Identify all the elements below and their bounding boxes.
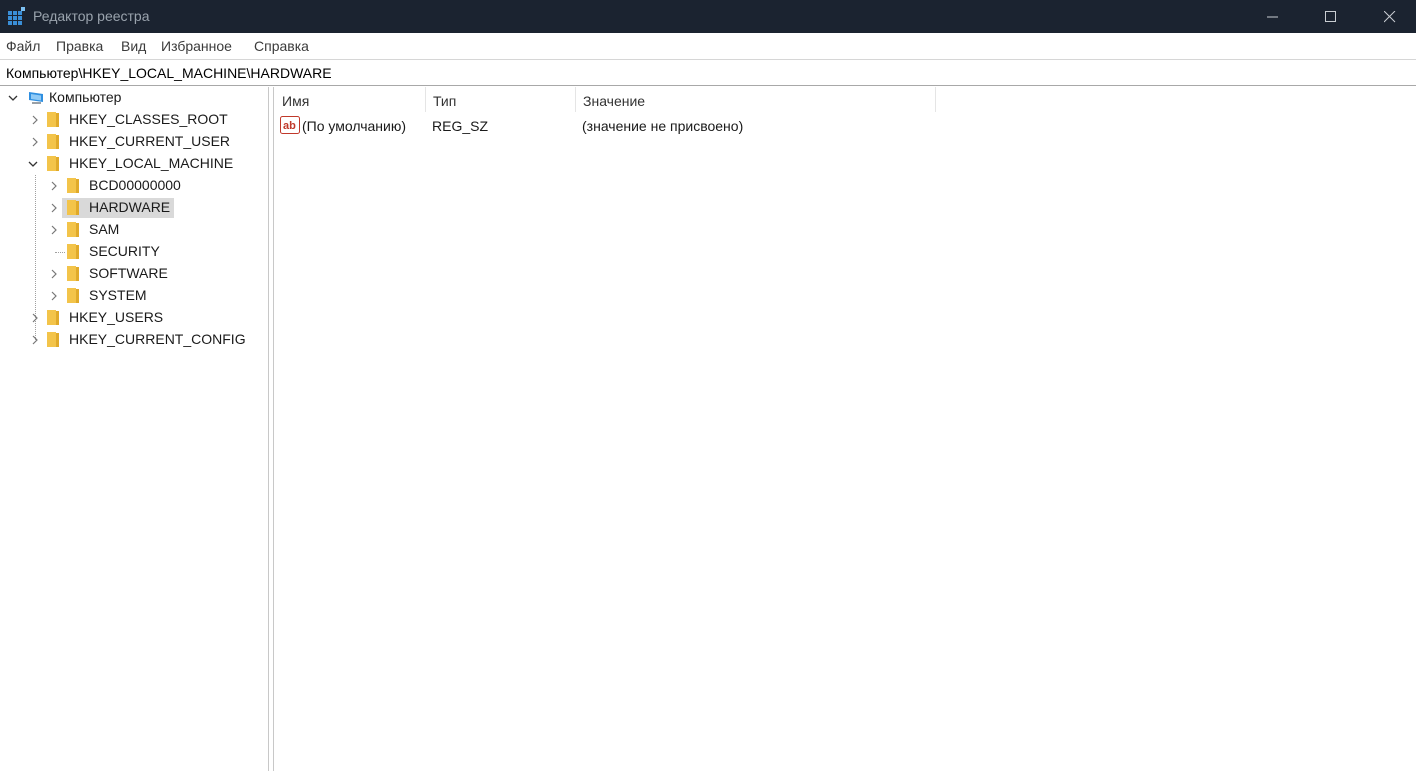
- tree-item-label: HKEY_CURRENT_USER: [69, 133, 231, 149]
- chevron-right-icon[interactable]: [49, 291, 59, 301]
- chevron-right-icon[interactable]: [30, 137, 40, 147]
- chevron-right-icon[interactable]: [49, 181, 59, 191]
- svg-text:ab: ab: [283, 120, 296, 132]
- tree-item-label: SOFTWARE: [89, 265, 168, 281]
- computer-icon: [29, 92, 43, 104]
- tree-item-label: SYSTEM: [89, 287, 147, 303]
- folder-icon: [67, 266, 79, 281]
- tree-item-label: HKEY_CURRENT_CONFIG: [69, 331, 246, 347]
- chevron-down-icon[interactable]: [8, 93, 18, 103]
- chevron-right-icon[interactable]: [49, 225, 59, 235]
- chevron-right-icon[interactable]: [30, 115, 40, 125]
- close-icon: [1384, 10, 1396, 22]
- tree-item-label: Компьютер: [49, 89, 122, 105]
- folder-icon: [67, 178, 79, 193]
- tree-item-label: BCD00000000: [89, 177, 181, 193]
- folder-icon: [67, 244, 79, 259]
- folder-icon: [67, 200, 79, 215]
- chevron-right-icon[interactable]: [49, 269, 59, 279]
- value-type: REG_SZ: [432, 118, 489, 134]
- values-list: Имя Тип Значение ab (По умолчанию) REG_S…: [275, 87, 1416, 771]
- regedit-app-icon: [8, 7, 25, 25]
- window-title: Редактор реестра: [33, 8, 150, 24]
- menu-bar: Файл Правка Вид Избранное Справка: [0, 33, 1416, 59]
- minimize-icon: [1267, 16, 1278, 17]
- tree-item-label: HARDWARE: [89, 199, 171, 215]
- menu-file[interactable]: Файл: [6, 38, 40, 54]
- address-path[interactable]: Компьютер\HKEY_LOCAL_MACHINE\HARDWARE: [6, 65, 332, 81]
- column-header-type[interactable]: Тип: [426, 87, 576, 112]
- column-header-name[interactable]: Имя: [275, 87, 426, 112]
- menu-view[interactable]: Вид: [121, 38, 146, 54]
- menu-favorites[interactable]: Избранное: [161, 38, 232, 54]
- tree-item-label: SAM: [89, 221, 120, 237]
- tree-item-label: HKEY_USERS: [69, 309, 164, 325]
- title-bar: Редактор реестра: [0, 0, 1416, 33]
- column-header-value[interactable]: Значение: [576, 87, 936, 112]
- folder-icon: [67, 222, 79, 237]
- menu-edit[interactable]: Правка: [56, 38, 103, 54]
- maximize-icon: [1325, 10, 1336, 22]
- pane-splitter[interactable]: [268, 87, 274, 771]
- tree-connector: [55, 252, 65, 253]
- string-value-icon: ab: [280, 116, 300, 134]
- address-bar[interactable]: Компьютер\HKEY_LOCAL_MACHINE\HARDWARE: [0, 59, 1416, 86]
- value-name: (По умолчанию): [302, 118, 407, 134]
- tree-item-label: HKEY_CLASSES_ROOT: [69, 111, 228, 127]
- folder-icon: [47, 332, 59, 347]
- chevron-right-icon[interactable]: [30, 313, 40, 323]
- folder-icon: [47, 310, 59, 325]
- folder-icon: [47, 112, 59, 127]
- minimize-button[interactable]: [1250, 0, 1296, 33]
- tree-item-label: SECURITY: [89, 243, 160, 259]
- menu-help[interactable]: Справка: [254, 38, 309, 54]
- maximize-button[interactable]: [1308, 0, 1354, 33]
- folder-icon: [67, 288, 79, 303]
- close-button[interactable]: [1367, 0, 1413, 33]
- value-data: (значение не присвоено): [582, 118, 744, 134]
- tree-item-label: HKEY_LOCAL_MACHINE: [69, 155, 234, 171]
- tree-pane: Компьютер HKEY_CLASSES_ROOT HKEY_CURRENT…: [0, 87, 268, 771]
- chevron-right-icon[interactable]: [30, 335, 40, 345]
- folder-icon: [47, 134, 59, 149]
- table-row[interactable]: ab (По умолчанию) REG_SZ (значение не пр…: [275, 113, 975, 137]
- folder-open-icon: [47, 156, 59, 171]
- chevron-down-icon[interactable]: [28, 159, 38, 169]
- chevron-right-icon[interactable]: [49, 203, 59, 213]
